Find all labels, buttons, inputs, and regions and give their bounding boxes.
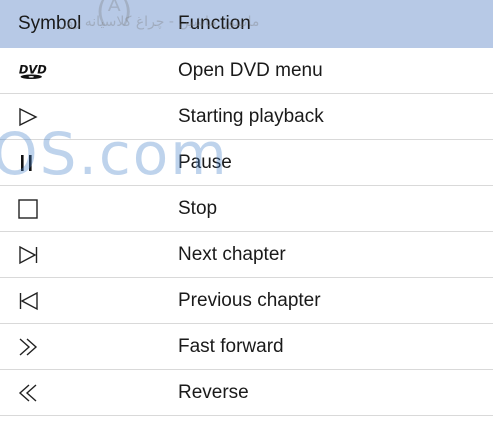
row-label: Reverse	[178, 382, 249, 403]
stop-icon	[18, 186, 48, 231]
dvd-logo-icon: DVD	[18, 48, 48, 93]
header-symbol: Symbol	[18, 13, 82, 34]
table-header: Symbol Function	[0, 0, 493, 48]
table-row: Stop	[0, 186, 493, 232]
row-label: Next chapter	[178, 244, 286, 265]
row-label: Pause	[178, 152, 232, 173]
row-label: Previous chapter	[178, 290, 321, 311]
previous-chapter-icon	[18, 278, 48, 323]
table-row: Starting playback	[0, 94, 493, 140]
fast-forward-icon	[18, 324, 48, 369]
table-row: DVD Open DVD menu	[0, 48, 493, 94]
next-chapter-icon	[18, 232, 48, 277]
pause-icon	[18, 140, 48, 185]
symbol-function-table: Symbol Function DVD Open DVD menu Starti…	[0, 0, 493, 416]
row-label: Fast forward	[178, 336, 284, 357]
table-row: Previous chapter	[0, 278, 493, 324]
reverse-icon	[18, 370, 48, 415]
table-row: Fast forward	[0, 324, 493, 370]
table-row: Next chapter	[0, 232, 493, 278]
header-function: Function	[178, 13, 251, 34]
row-label: Open DVD menu	[178, 60, 323, 81]
row-label: Starting playback	[178, 106, 324, 127]
table-row: Pause	[0, 140, 493, 186]
table-row: Reverse	[0, 370, 493, 416]
row-label: Stop	[178, 198, 218, 219]
play-icon	[18, 94, 48, 139]
